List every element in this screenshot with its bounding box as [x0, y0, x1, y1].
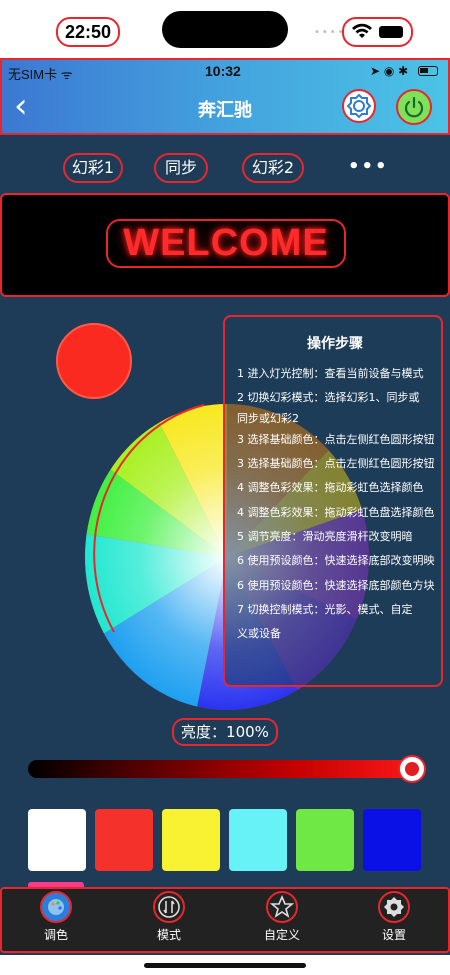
step-item: 1 进入灯光控制：查看当前设备与模式: [237, 367, 424, 380]
step-item: 3 选择基础颜色：点击左侧红色圆形按钮: [237, 433, 435, 446]
base-color-button[interactable]: [56, 323, 132, 399]
tab-sync[interactable]: 同步: [154, 153, 208, 183]
step-item: 2 切换幻彩模式：选择幻彩1、同步或: [237, 391, 420, 404]
more-dots-icon: ••••: [314, 27, 346, 38]
preset-swatch-green[interactable]: [296, 809, 354, 871]
gear-icon: [346, 93, 372, 119]
step-item: 6 使用预设颜色：快速选择底部颜色方块: [237, 579, 435, 592]
step-item: 5 调节亮度：滑动亮度滑杆改变明暗: [237, 530, 413, 543]
settings-button[interactable]: [342, 89, 376, 123]
nav-label: 设置: [381, 928, 406, 942]
power-button[interactable]: [396, 89, 432, 125]
instructions-panel: 操作步骤 1 进入灯光控制：查看当前设备与模式 2 切换幻彩模式：选择幻彩1、同…: [223, 315, 443, 687]
dynamic-island: [162, 11, 288, 48]
power-icon: [404, 96, 424, 118]
settings-icon: [378, 891, 410, 923]
nav-item-color[interactable]: 调色: [26, 891, 86, 943]
nav-label: 调色: [43, 928, 68, 942]
slider-handle-dot: [405, 762, 419, 776]
preset-swatch-cyan[interactable]: [229, 809, 287, 871]
step-item: 3 选择基础颜色：点击左侧红色圆形按钮: [237, 457, 435, 470]
nav-item-custom[interactable]: 自定义: [252, 891, 312, 943]
led-text: WELCOME: [106, 219, 346, 268]
palette-icon: [40, 891, 72, 923]
step-item: 6 使用预设颜色：快速选择底部改变明映: [237, 554, 435, 567]
more-tabs-icon[interactable]: •••: [348, 156, 389, 177]
nav-item-mode[interactable]: 模式: [139, 891, 199, 943]
custom-star-icon: [266, 891, 298, 923]
app-battery-icon: [418, 66, 438, 76]
app-status-time: 10:32: [205, 63, 241, 79]
brightness-label: 亮度：100%: [172, 718, 278, 746]
status-icons: ➤ ◉ ✱: [370, 64, 409, 78]
nav-label: 模式: [156, 928, 181, 942]
nav-label: 自定义: [263, 928, 300, 942]
home-indicator[interactable]: [144, 963, 306, 968]
step-item: 4 调整色彩效果：拖动彩虹色选择颜色: [237, 481, 424, 494]
tab-magic-1[interactable]: 幻彩1: [63, 153, 123, 183]
mode-icon: [153, 891, 185, 923]
preset-swatch-yellow[interactable]: [162, 809, 220, 871]
instructions-title: 操作步骤: [307, 336, 363, 352]
nav-item-settings[interactable]: 设置: [364, 891, 424, 943]
preset-swatch-blue[interactable]: [363, 809, 421, 871]
device-time: 22:50: [64, 22, 112, 42]
device-clock: 22:50: [56, 17, 120, 47]
step-item: 义或设备: [237, 627, 281, 640]
step-item: 7 切换控制模式：光影、模式、自定: [237, 603, 413, 616]
preset-swatch-red[interactable]: [95, 809, 153, 871]
brightness-slider[interactable]: [28, 760, 426, 778]
battery-icon: [379, 26, 403, 38]
tab-magic-2[interactable]: 幻彩2: [242, 153, 304, 183]
wifi-icon: [352, 23, 372, 38]
app-carrier: 无SIM卡 ᯤ: [8, 67, 73, 82]
step-item: 4 调整色彩效果：拖动彩虹色盘选择颜色: [237, 506, 435, 519]
step-item: 同步或幻彩2: [237, 412, 299, 425]
preset-swatch-white[interactable]: [28, 809, 86, 871]
page-title: 奔汇驰: [198, 100, 252, 121]
